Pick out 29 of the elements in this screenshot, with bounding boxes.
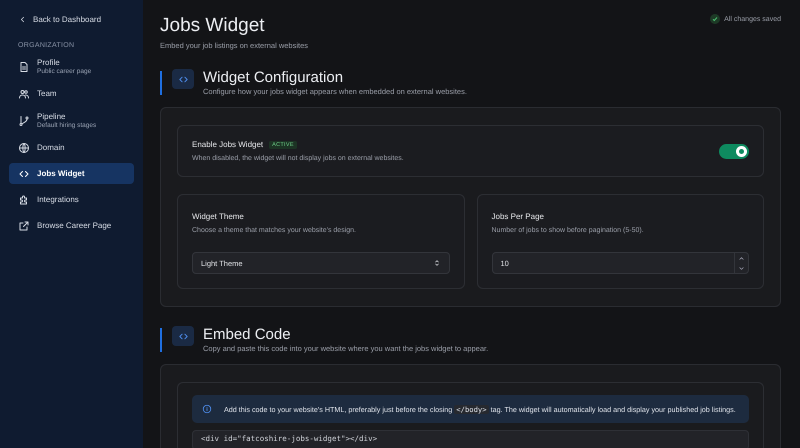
- globe-icon: [18, 142, 30, 154]
- toggle-switch[interactable]: [719, 144, 749, 158]
- nav-item[interactable]: Jobs Widget: [9, 163, 134, 184]
- puzzle-icon: [18, 194, 30, 206]
- chevron-left-icon: [18, 15, 27, 24]
- nav-item[interactable]: Integrations: [9, 189, 134, 210]
- accent-bar: [160, 328, 162, 352]
- people-icon: [18, 88, 30, 100]
- check-icon: [710, 14, 720, 24]
- setting-label: Jobs Per Page: [492, 212, 545, 221]
- setting-label: Enable Jobs Widget: [192, 140, 264, 149]
- chevron-down-icon: [738, 264, 745, 272]
- page-title: Jobs Widget: [160, 14, 266, 38]
- nav-item[interactable]: Team: [9, 83, 134, 104]
- code-icon: [178, 74, 188, 84]
- chevron-up-icon: [738, 254, 745, 262]
- info-icon: [202, 404, 212, 414]
- document-icon: [18, 60, 30, 72]
- nav-item[interactable]: Domain: [9, 137, 134, 158]
- setting-label: Widget Theme: [192, 212, 245, 221]
- section-title: Embed Code: [203, 326, 292, 343]
- code-icon: [178, 330, 188, 342]
- nav-item[interactable]: Browse Career Page: [9, 215, 134, 236]
- back-link[interactable]: Back to Dashboard: [9, 13, 110, 26]
- external-link-icon: [18, 220, 30, 232]
- section-title: Widget Configuration: [203, 69, 344, 86]
- accent-bar: [160, 71, 162, 95]
- branch-icon: [18, 114, 30, 126]
- chevron-up-down-icon: [432, 259, 440, 267]
